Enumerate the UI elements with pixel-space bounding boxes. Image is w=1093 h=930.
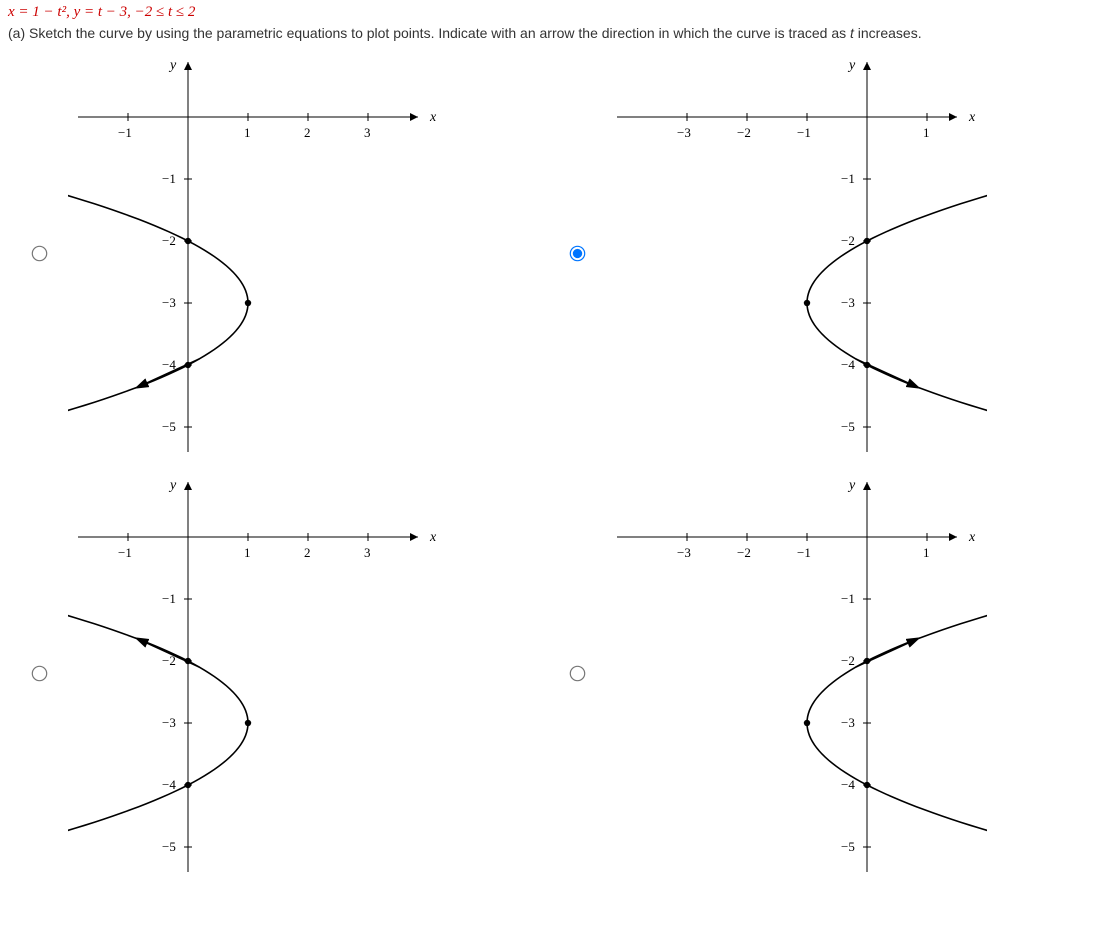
equation-text: x = 1 − t², y = t − 3, −2 ≤ t ≤ 2: [8, 4, 1085, 21]
option-A-plot-cell: xy−1123−1−2−3−4−5: [68, 47, 547, 457]
plot-B: x y −3 −2 −1 1 −1 −2 −3 −4 −5: [607, 47, 987, 457]
svg-text:−2: −2: [162, 233, 176, 248]
svg-text:1: 1: [244, 125, 251, 140]
svg-text:−1: −1: [797, 125, 811, 140]
svg-text:−4: −4: [841, 357, 855, 372]
svg-text:1: 1: [923, 125, 930, 140]
option-C-radio[interactable]: [31, 666, 47, 682]
svg-text:−3: −3: [677, 125, 691, 140]
option-A-radio-cell: [8, 244, 68, 260]
svg-text:x: x: [429, 110, 437, 125]
svg-text:−1: −1: [118, 545, 132, 560]
svg-text:−3: −3: [162, 295, 176, 310]
svg-text:−1: −1: [841, 171, 855, 186]
svg-text:−3: −3: [841, 715, 855, 730]
svg-text:y: y: [168, 478, 177, 493]
svg-text:−5: −5: [841, 419, 855, 434]
plot-D: x y −3 −2 −1 1 −1 −2 −3 −4 −5: [607, 467, 987, 877]
option-B-plot-cell: x y −3 −2 −1 1 −1 −2 −3 −4 −5: [607, 47, 1086, 457]
plot-C: xy−1123−1−2−3−4−5: [68, 467, 448, 877]
option-D-plot-cell: x y −3 −2 −1 1 −1 −2 −3 −4 −5: [607, 467, 1086, 877]
option-A-radio[interactable]: [31, 246, 47, 262]
plot-A: xy−1123−1−2−3−4−5: [68, 47, 448, 457]
svg-text:x: x: [968, 530, 976, 545]
prompt-text: (a) Sketch the curve by using the parame…: [8, 25, 850, 41]
svg-text:−2: −2: [841, 233, 855, 248]
svg-text:−5: −5: [162, 419, 176, 434]
svg-text:−5: −5: [162, 839, 176, 854]
option-C-radio-cell: [8, 664, 68, 680]
options-grid: x y −1 1 2 3 −1 −2 −3 −4 −5 x y −3 −2 −1 1 −1 −2 −3 −4 −5 x y…: [8, 47, 1085, 877]
svg-text:−1: −1: [841, 591, 855, 606]
svg-text:−1: −1: [162, 171, 176, 186]
svg-text:−3: −3: [162, 715, 176, 730]
svg-text:y: y: [847, 58, 856, 73]
svg-text:−2: −2: [737, 125, 751, 140]
prompt-text-after: increases.: [854, 25, 922, 41]
svg-text:−4: −4: [841, 777, 855, 792]
option-B-radio[interactable]: [570, 246, 586, 262]
question-prompt: (a) Sketch the curve by using the parame…: [8, 25, 1085, 41]
option-C-plot-cell: xy−1123−1−2−3−4−5: [68, 467, 547, 877]
svg-text:y: y: [168, 58, 177, 73]
svg-text:1: 1: [923, 545, 930, 560]
svg-text:−3: −3: [841, 295, 855, 310]
svg-text:−2: −2: [841, 653, 855, 668]
option-D-radio-cell: [547, 664, 607, 680]
svg-text:−2: −2: [737, 545, 751, 560]
svg-text:y: y: [847, 478, 856, 493]
svg-text:−3: −3: [677, 545, 691, 560]
svg-text:2: 2: [304, 125, 311, 140]
svg-text:x: x: [429, 530, 437, 545]
svg-text:−1: −1: [162, 591, 176, 606]
option-B-radio-cell: [547, 244, 607, 260]
svg-text:1: 1: [244, 545, 251, 560]
svg-text:x: x: [968, 110, 976, 125]
svg-text:3: 3: [364, 545, 371, 560]
option-D-radio[interactable]: [570, 666, 586, 682]
svg-text:2: 2: [304, 545, 311, 560]
svg-text:3: 3: [364, 125, 371, 140]
svg-text:−1: −1: [118, 125, 132, 140]
svg-text:−4: −4: [162, 777, 176, 792]
svg-text:−1: −1: [797, 545, 811, 560]
svg-text:−5: −5: [841, 839, 855, 854]
